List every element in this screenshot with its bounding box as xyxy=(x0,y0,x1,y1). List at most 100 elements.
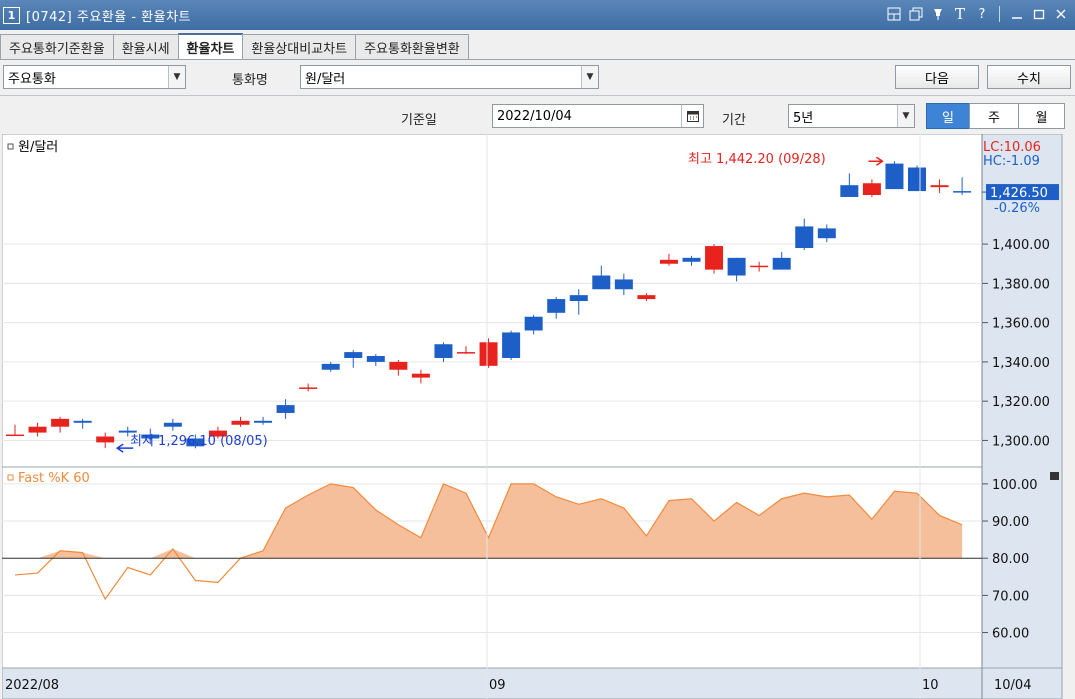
candle-body xyxy=(705,246,724,270)
candle-body xyxy=(163,422,182,427)
candle-body xyxy=(569,295,588,302)
candle-body xyxy=(96,436,115,443)
chevron-down-icon[interactable]: ▼ xyxy=(581,66,598,88)
cascade-icon[interactable] xyxy=(908,6,924,22)
candle-body xyxy=(502,332,521,358)
font-size-icon[interactable]: T xyxy=(952,5,968,23)
candle-body xyxy=(434,344,453,358)
candle-body xyxy=(659,259,678,264)
category-select[interactable]: 주요통화 ▼ xyxy=(3,65,186,89)
y-tick-label: 100.00 xyxy=(992,478,1038,493)
candle-body xyxy=(276,405,295,413)
price-plot-area xyxy=(1,133,983,468)
window-number: 1 xyxy=(3,6,20,24)
y-tick-label: 1,380.00 xyxy=(992,277,1050,292)
chevron-down-icon[interactable]: ▼ xyxy=(168,66,185,88)
last-price: 1,426.50 xyxy=(990,186,1048,201)
candle-body xyxy=(908,167,926,192)
indicator-menu-icon[interactable] xyxy=(1050,472,1059,480)
x-label-09: 09 xyxy=(489,678,506,693)
unit-day-button[interactable]: 일 xyxy=(926,103,970,129)
y-tick-label: 1,360.00 xyxy=(992,317,1050,332)
x-label-10: 10 xyxy=(922,678,939,693)
candle-body xyxy=(389,361,408,370)
currency-label: 통화명 xyxy=(232,73,268,88)
candle-body xyxy=(750,265,769,268)
y-tick-label: 1,340.00 xyxy=(992,356,1050,371)
tab-rate-quotes[interactable]: 환율시세 xyxy=(112,34,179,59)
candle-body xyxy=(51,418,70,427)
y-tick-label: 1,300.00 xyxy=(992,434,1050,449)
y-tick-label: 60.00 xyxy=(992,627,1029,642)
unit-month-button[interactable]: 월 xyxy=(1018,103,1065,129)
title-separator xyxy=(999,6,1000,22)
candle-body xyxy=(614,279,633,290)
candle-body xyxy=(637,295,656,300)
candle-body xyxy=(727,257,746,276)
candle-body xyxy=(118,430,137,433)
candle-body xyxy=(6,434,24,437)
period-select[interactable]: 5년 ▼ xyxy=(788,104,915,128)
price-panel-title: 원/달러 xyxy=(18,140,58,155)
candle-body xyxy=(930,185,949,188)
candle-body xyxy=(885,163,904,190)
date-input[interactable]: 2022/10/04 xyxy=(492,104,704,128)
candle-body xyxy=(795,226,814,249)
candle-body xyxy=(411,373,430,378)
y-tick-label: 1,320.00 xyxy=(992,395,1050,410)
candle-body xyxy=(592,275,611,290)
candle-body xyxy=(524,316,543,331)
next-button[interactable]: 다음 xyxy=(895,65,979,89)
candle-body xyxy=(321,363,340,370)
chart-svg: 1,400.00 1,380.00 1,360.00 1,340.00 1,320.00… xyxy=(1,133,1063,699)
minimize-icon[interactable] xyxy=(1009,6,1025,22)
app-window: 1 [0742] 주요환율 - 환율차트 T ? 주요통화기준환율 환율시세 환… xyxy=(0,0,1075,699)
candle-body xyxy=(231,420,250,425)
tab-rate-converter[interactable]: 주요통화환율변환 xyxy=(355,34,469,59)
currency-select[interactable]: 원/달러 ▼ xyxy=(300,65,599,89)
candle-body xyxy=(682,257,701,262)
candle-body xyxy=(479,342,498,366)
candle-body xyxy=(953,191,972,193)
tab-relative-chart[interactable]: 환율상대비교차트 xyxy=(242,34,357,59)
min-label: 최저 1,296.10 (08/05) xyxy=(130,434,268,449)
help-icon[interactable]: ? xyxy=(974,6,990,22)
candle-body xyxy=(73,420,92,423)
y-tick-label: 70.00 xyxy=(992,589,1029,604)
period-label: 기간 xyxy=(722,113,746,128)
candle-body xyxy=(28,426,47,433)
indicator-panel-title: Fast %K 60 xyxy=(18,471,90,486)
maximize-icon[interactable] xyxy=(1031,6,1047,22)
tab-underline xyxy=(0,59,1075,60)
date-label: 기준일 xyxy=(401,113,437,128)
tab-major-rates[interactable]: 주요통화기준환율 xyxy=(0,34,114,59)
candle-body xyxy=(547,299,566,313)
close-icon[interactable] xyxy=(1053,6,1069,22)
candle-body xyxy=(840,185,859,197)
candle-body xyxy=(457,352,475,354)
pin-icon[interactable] xyxy=(930,6,946,22)
chart-panel: 1,400.00 1,380.00 1,360.00 1,340.00 1,320.00… xyxy=(1,133,1073,699)
tab-rate-chart[interactable]: 환율차트 xyxy=(177,33,244,60)
max-label: 최고 1,442.20 (09/28) xyxy=(688,152,826,167)
layout-icon[interactable] xyxy=(886,6,902,22)
x-label-last-date: 10/04 xyxy=(994,678,1031,693)
title-bar: 1 [0742] 주요환율 - 환율차트 T ? xyxy=(0,0,1075,30)
unit-week-button[interactable]: 주 xyxy=(969,103,1019,129)
candle-body xyxy=(254,420,273,423)
calendar-icon[interactable] xyxy=(681,105,703,127)
period-value: 5년 xyxy=(793,110,814,126)
lc-label: LC:10.06 xyxy=(983,140,1041,155)
candle-body xyxy=(817,228,836,239)
currency-value: 원/달러 xyxy=(305,71,346,87)
y-tick-label: 1,400.00 xyxy=(992,238,1050,253)
title-controls: T ? xyxy=(886,5,1069,23)
edit-values-button[interactable]: 수치 xyxy=(987,65,1071,89)
toolbar-divider xyxy=(0,95,1075,96)
chevron-down-icon[interactable]: ▼ xyxy=(897,105,914,127)
candle-body xyxy=(299,387,318,389)
category-value: 주요통화 xyxy=(8,71,56,87)
y-tick-label: 80.00 xyxy=(992,552,1029,567)
candle-body xyxy=(772,257,791,270)
window-title: [0742] 주요환율 - 환율차트 xyxy=(26,9,191,25)
